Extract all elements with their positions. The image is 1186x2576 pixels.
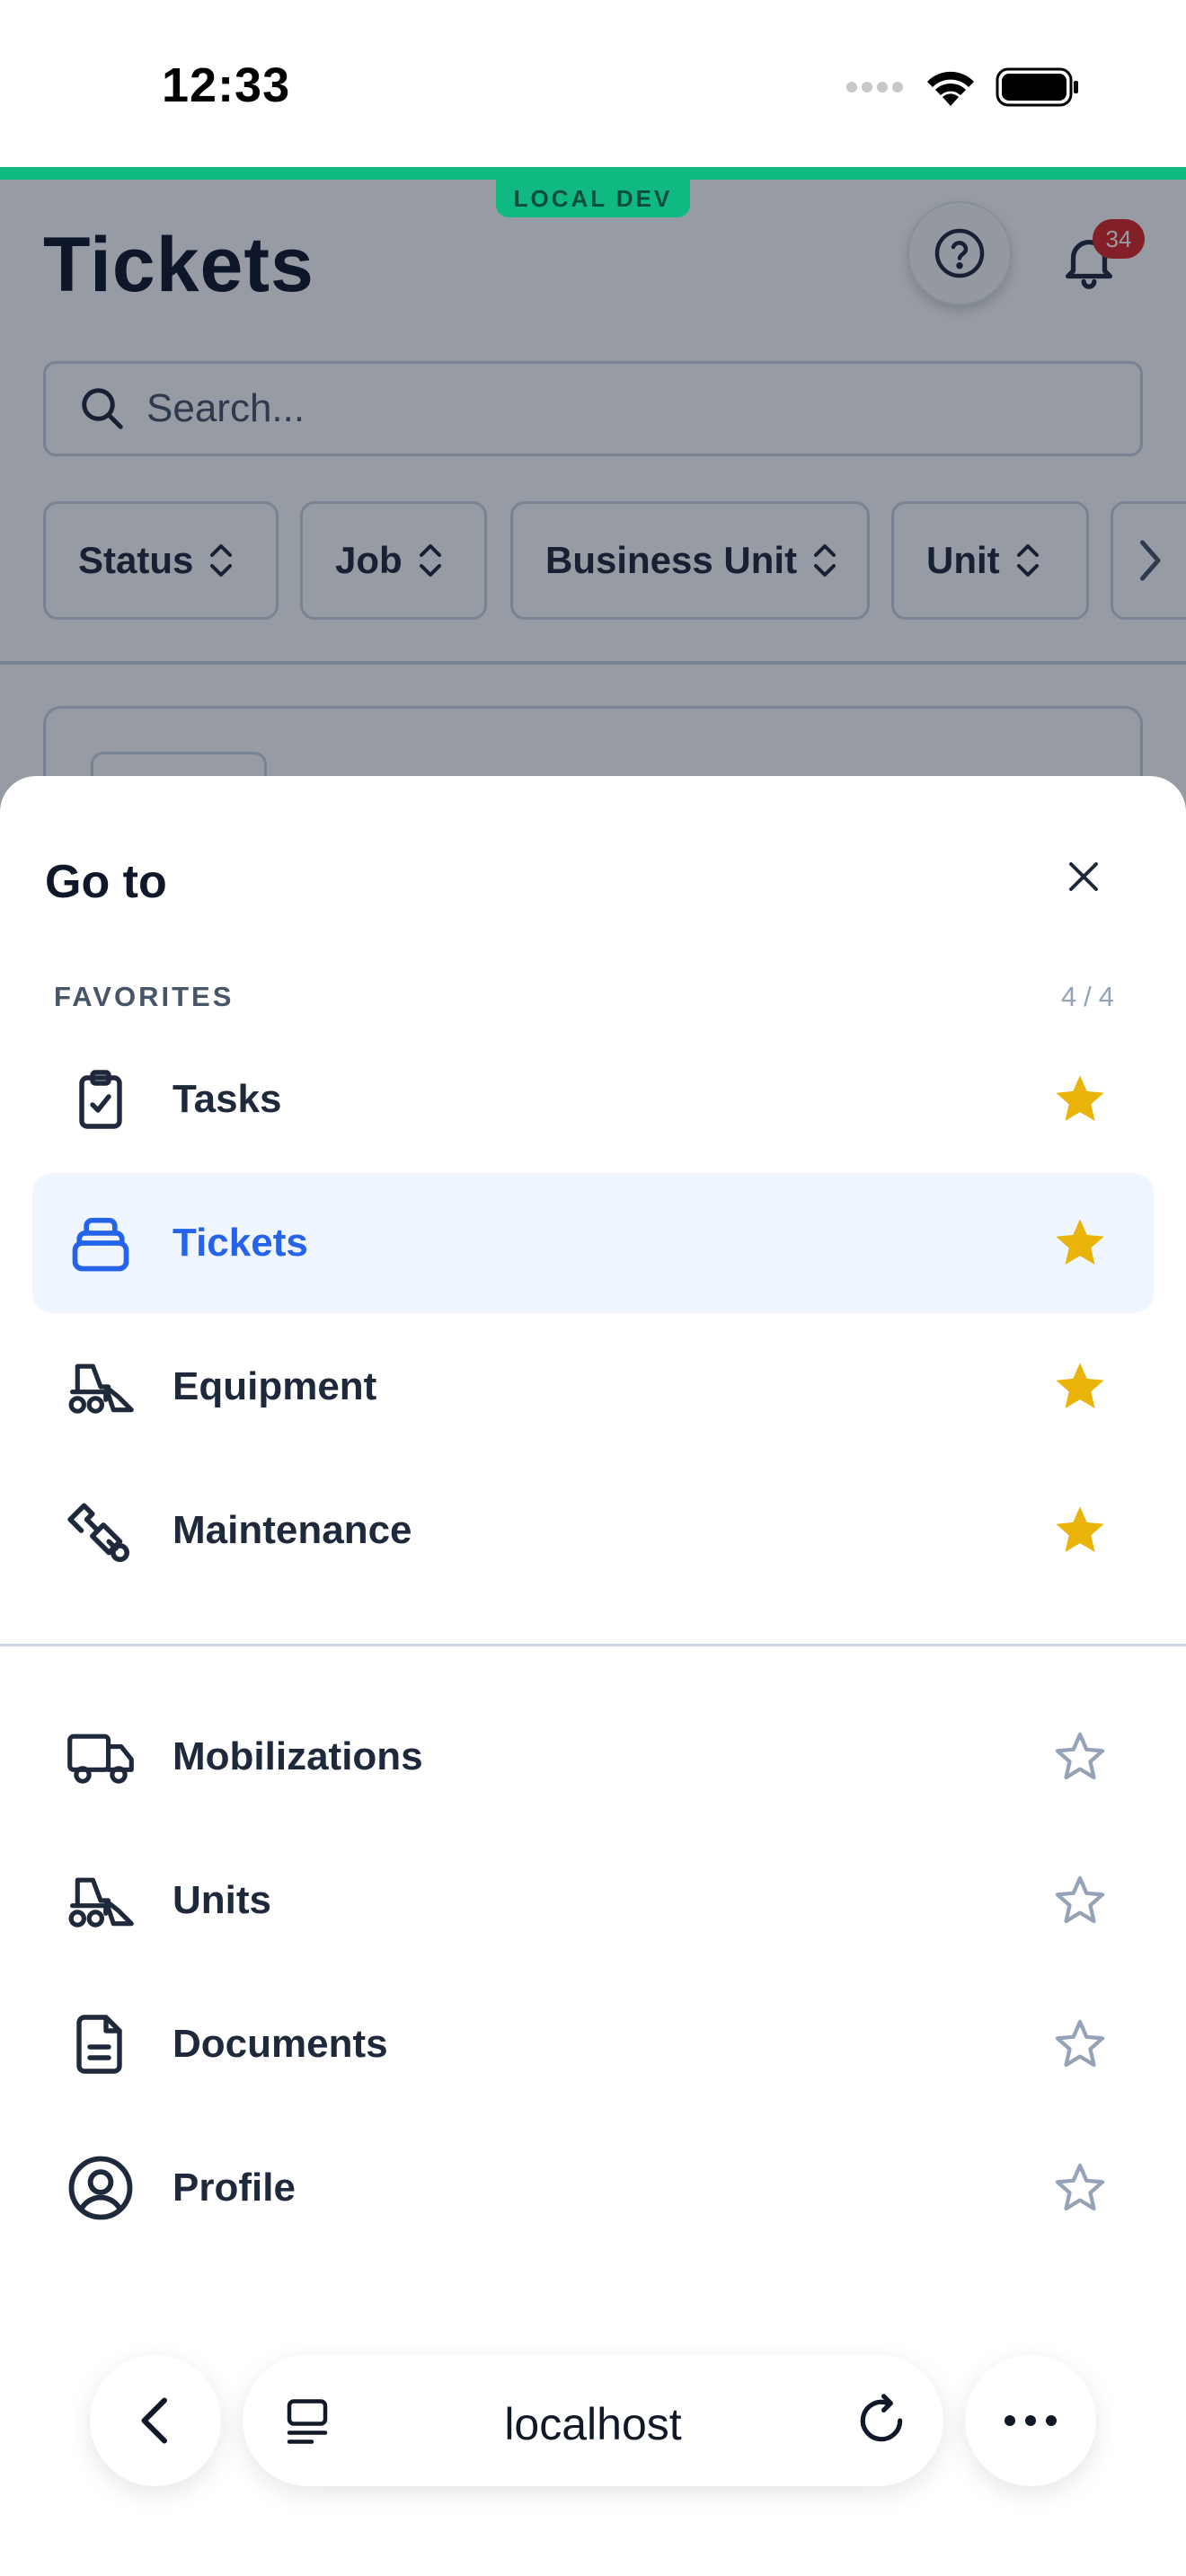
document-icon	[76, 2015, 122, 2074]
star-outline-icon	[1055, 2019, 1105, 2068]
favorite-toggle[interactable]	[1049, 2014, 1111, 2075]
nav-item-label: Profile	[173, 2166, 296, 2210]
favorite-toggle[interactable]	[1049, 1069, 1111, 1130]
favorite-toggle[interactable]	[1049, 1213, 1111, 1274]
status-icons	[845, 65, 1080, 110]
favorite-toggle[interactable]	[1049, 1356, 1111, 1417]
address-text: localhost	[504, 2399, 682, 2449]
cellular-signal-icon	[846, 82, 903, 93]
favorite-toggle[interactable]	[1049, 2157, 1111, 2219]
skid-steer-icon	[68, 1363, 134, 1414]
star-outline-icon	[1055, 2163, 1105, 2211]
sheet-title: Go to	[45, 856, 167, 908]
nav-item-tasks[interactable]: Tasks	[32, 1029, 1154, 1169]
go-to-sheet: Go to FAVORITES 4/4 Tasks Tickets Equipm…	[0, 776, 1186, 2576]
address-bar[interactable]: localhost	[243, 2355, 943, 2486]
star-outline-icon	[1055, 1875, 1105, 1924]
reload-icon[interactable]	[854, 2393, 909, 2448]
section-divider	[0, 1644, 1186, 1646]
user-circle-icon	[68, 2156, 133, 2220]
favorite-toggle[interactable]	[1049, 1870, 1111, 1931]
nav-item-label: Maintenance	[173, 1508, 412, 1552]
favorite-toggle[interactable]	[1049, 1500, 1111, 1561]
nav-item-mobilizations[interactable]: Mobilizations	[32, 1687, 1154, 1827]
skid-steer-icon	[68, 1877, 134, 1928]
more-horizontal-icon	[1005, 2415, 1057, 2426]
favorites-count: 4/4	[1060, 981, 1121, 1012]
nav-item-label: Mobilizations	[173, 1734, 423, 1778]
star-filled-icon	[1056, 1219, 1104, 1265]
favorite-toggle[interactable]	[1049, 1726, 1111, 1787]
star-outline-icon	[1055, 1732, 1105, 1780]
nav-item-documents[interactable]: Documents	[32, 1974, 1154, 2114]
nav-item-label: Units	[173, 1878, 271, 1922]
nav-item-maintenance[interactable]: Maintenance	[32, 1460, 1154, 1601]
nav-item-equipment[interactable]: Equipment	[32, 1317, 1154, 1457]
status-bar: 12:33	[0, 0, 1186, 167]
nav-item-tickets[interactable]: Tickets	[32, 1173, 1154, 1313]
wifi-icon	[927, 71, 974, 106]
star-filled-icon	[1056, 1075, 1104, 1121]
favorites-header: FAVORITES	[54, 981, 235, 1012]
nav-item-profile[interactable]: Profile	[32, 2118, 1154, 2258]
environment-strip	[0, 167, 1186, 180]
browser-more-button[interactable]	[965, 2355, 1096, 2486]
wrench-icon	[67, 1503, 129, 1563]
nav-item-label: Equipment	[173, 1364, 377, 1408]
browser-toolbar: localhost	[0, 2335, 1186, 2576]
status-time: 12:33	[162, 58, 291, 112]
star-filled-icon	[1056, 1363, 1104, 1408]
close-button[interactable]	[1048, 841, 1120, 913]
nav-item-units[interactable]: Units	[32, 1831, 1154, 1971]
nav-item-label: Documents	[173, 2022, 388, 2066]
chevron-left-icon	[141, 2397, 167, 2444]
battery-icon	[996, 67, 1078, 107]
environment-badge: LOCAL DEV	[496, 180, 690, 217]
nav-item-label: Tickets	[173, 1221, 308, 1265]
browser-back-button[interactable]	[90, 2355, 221, 2486]
star-filled-icon	[1056, 1506, 1104, 1552]
nav-item-label: Tasks	[173, 1077, 282, 1121]
ticket-stack-icon	[72, 1217, 129, 1272]
close-icon	[1069, 862, 1098, 891]
truck-icon	[67, 1734, 134, 1784]
clipboard-check-icon	[79, 1070, 122, 1129]
